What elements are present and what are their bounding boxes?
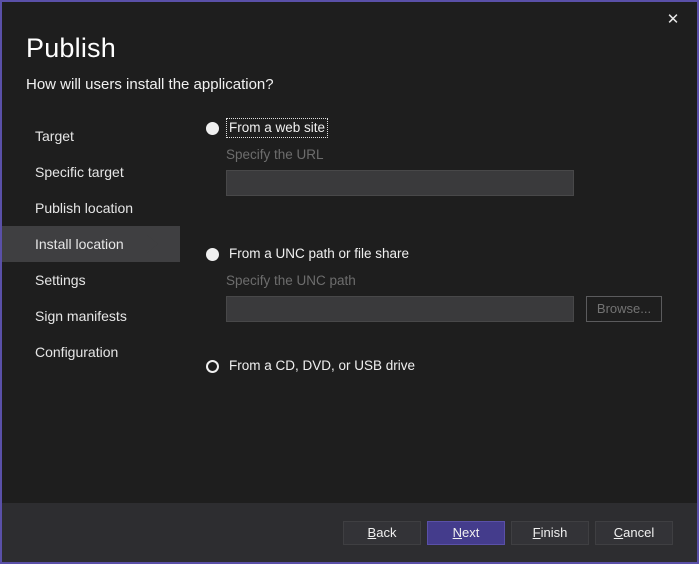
radio-unchecked-icon bbox=[206, 248, 219, 261]
url-field-row bbox=[226, 170, 676, 196]
option-group-web-site: From a web site Specify the URL bbox=[206, 118, 676, 196]
back-button-accel: B bbox=[368, 525, 377, 540]
sidebar-item-settings[interactable]: Settings bbox=[2, 262, 180, 298]
sidebar-item-label: Install location bbox=[35, 236, 124, 252]
sidebar-item-label: Specific target bbox=[35, 164, 124, 180]
finish-button-rest: inish bbox=[541, 525, 568, 540]
close-icon[interactable]: ✕ bbox=[651, 4, 695, 34]
sidebar-item-label: Sign manifests bbox=[35, 308, 127, 324]
unc-field-row: Browse... bbox=[226, 296, 676, 322]
browse-button[interactable]: Browse... bbox=[586, 296, 662, 322]
dialog-subtitle: How will users install the application? bbox=[26, 75, 646, 95]
next-button[interactable]: Next bbox=[427, 521, 505, 545]
install-location-pane: From a web site Specify the URL From a U… bbox=[206, 118, 676, 376]
finish-button-accel: F bbox=[533, 525, 541, 540]
sidebar-item-configuration[interactable]: Configuration bbox=[2, 334, 180, 370]
sidebar-item-label: Target bbox=[35, 128, 74, 144]
radio-from-web-site[interactable]: From a web site bbox=[206, 118, 676, 138]
sidebar-item-specific-target[interactable]: Specific target bbox=[2, 154, 180, 190]
sidebar-item-target[interactable]: Target bbox=[2, 118, 180, 154]
sidebar-item-label: Configuration bbox=[35, 344, 118, 360]
radio-checked-icon bbox=[206, 360, 219, 373]
page-title: Publish bbox=[26, 32, 646, 64]
back-button[interactable]: Back bbox=[343, 521, 421, 545]
sidebar-item-label: Publish location bbox=[35, 200, 133, 216]
unc-path-input[interactable] bbox=[226, 296, 574, 322]
next-button-accel: N bbox=[453, 525, 462, 540]
option-group-unc-path: From a UNC path or file share Specify th… bbox=[206, 244, 676, 322]
cancel-button[interactable]: Cancel bbox=[595, 521, 673, 545]
radio-unchecked-icon bbox=[206, 122, 219, 135]
unc-field-label: Specify the UNC path bbox=[226, 272, 676, 290]
radio-label: From a web site bbox=[227, 119, 327, 137]
publish-dialog: ✕ Publish How will users install the app… bbox=[0, 0, 699, 564]
next-button-rest: ext bbox=[462, 525, 479, 540]
dialog-footer: Back Next Finish Cancel bbox=[2, 503, 697, 562]
url-input[interactable] bbox=[226, 170, 574, 196]
cancel-button-accel: C bbox=[614, 525, 623, 540]
sidebar-item-publish-location[interactable]: Publish location bbox=[2, 190, 180, 226]
finish-button[interactable]: Finish bbox=[511, 521, 589, 545]
sidebar-item-label: Settings bbox=[35, 272, 86, 288]
cancel-button-rest: ancel bbox=[623, 525, 654, 540]
radio-from-cd-dvd-usb[interactable]: From a CD, DVD, or USB drive bbox=[206, 356, 676, 376]
option-group-removable-media: From a CD, DVD, or USB drive bbox=[206, 356, 676, 376]
back-button-rest: ack bbox=[376, 525, 396, 540]
radio-from-unc-path[interactable]: From a UNC path or file share bbox=[206, 244, 676, 264]
wizard-sidebar: Target Specific target Publish location … bbox=[2, 118, 180, 370]
radio-label: From a UNC path or file share bbox=[227, 245, 411, 263]
radio-label: From a CD, DVD, or USB drive bbox=[227, 357, 417, 375]
dialog-header: Publish How will users install the appli… bbox=[26, 32, 646, 95]
sidebar-item-install-location[interactable]: Install location bbox=[2, 226, 180, 262]
sidebar-item-sign-manifests[interactable]: Sign manifests bbox=[2, 298, 180, 334]
close-glyph: ✕ bbox=[667, 12, 680, 27]
url-field-label: Specify the URL bbox=[226, 146, 676, 164]
